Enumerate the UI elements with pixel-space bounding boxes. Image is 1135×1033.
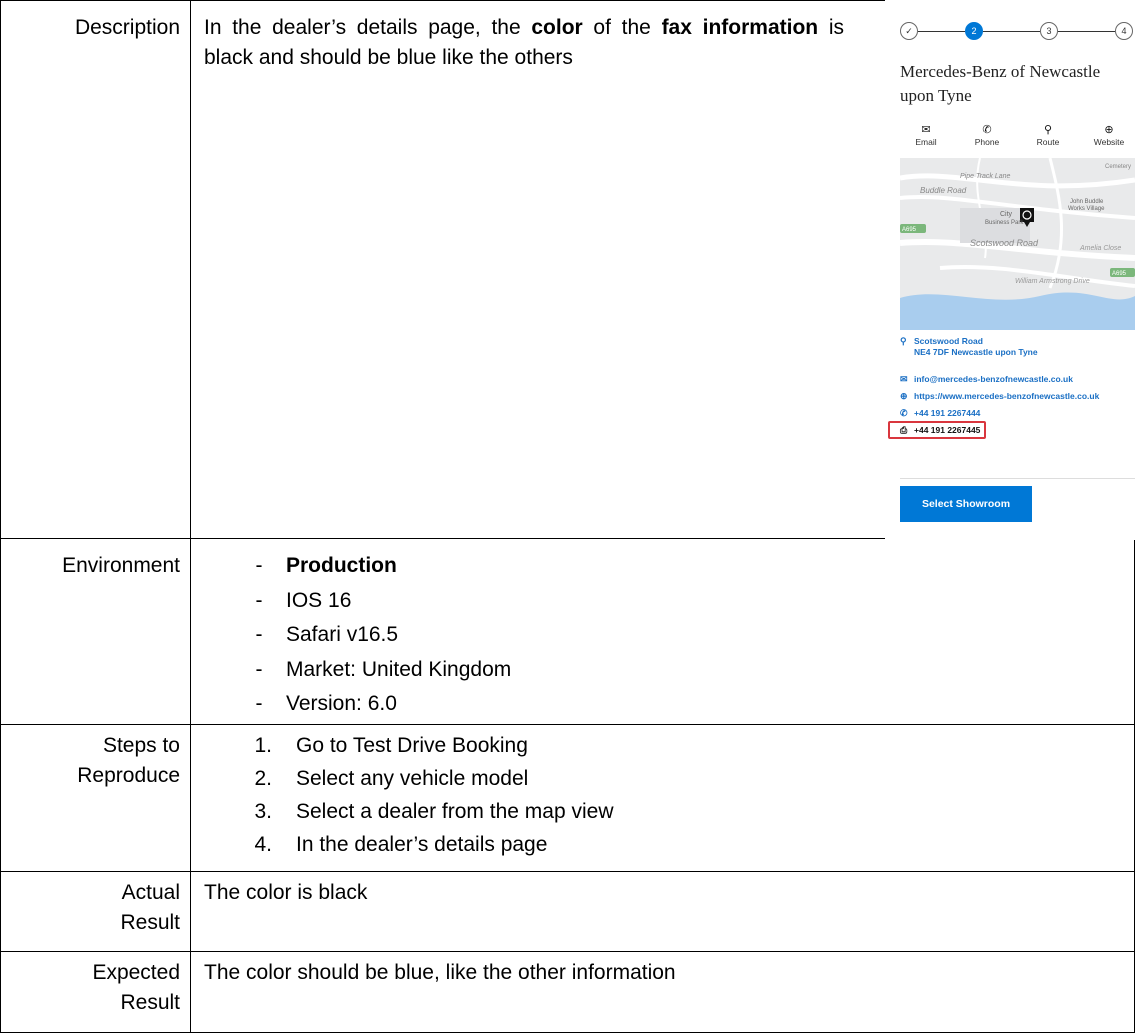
env-item-ios: - IOS 16 <box>255 588 352 612</box>
progress-stepper: ✓ 2 3 4 <box>900 22 1133 40</box>
location-pin-icon: ⚲ <box>900 336 907 346</box>
svg-text:Works Village: Works Village <box>1068 206 1105 212</box>
dealer-name: Mercedes-Benz of Newcastle upon Tyne <box>900 62 1101 105</box>
expected-result-row: Expected Result The color should be blue,… <box>0 950 1135 1033</box>
address-block[interactable]: ⚲ Scotswood Road NE4 7DF Newcastle upon T… <box>900 336 1130 358</box>
globe-icon: ⊕ <box>1104 124 1114 136</box>
globe-icon: ⊕ <box>900 391 908 401</box>
expected-result-text: The color should be blue, like the other… <box>190 950 1135 1033</box>
svg-text:Business Park: Business Park <box>985 220 1024 226</box>
select-showroom-button[interactable]: Select Showroom <box>900 486 1032 522</box>
svg-text:John Buddle: John Buddle <box>1070 199 1104 205</box>
svg-text:Cemetery: Cemetery <box>1105 164 1131 170</box>
env-item-production: - Production <box>255 554 397 577</box>
steps-cell: 1. Go to Test Drive Booking 2. Select any … <box>190 723 1135 872</box>
website-link[interactable]: ⊕ https://www.mercedes-benzofnewcastle.co… <box>900 391 1130 402</box>
description-label: Description <box>0 0 191 539</box>
step-item: 2. Select any vehicle model <box>254 766 529 790</box>
env-item-version: - Version: 6.0 <box>255 692 397 715</box>
svg-text:William Armstrong Drive: William Armstrong Drive <box>1015 278 1090 285</box>
dealer-actions: ✉ Email ✆ Phone ⚲ Route ⊕ Website <box>900 123 1135 158</box>
actual-result-row: Actual Result The color is black <box>0 870 1135 952</box>
phone-icon: ✆ <box>982 124 992 136</box>
phone-action[interactable]: ✆ Phone <box>961 123 1013 158</box>
environment-label: Environment <box>0 538 191 725</box>
step-item: 4. In the dealer’s details page <box>254 832 548 856</box>
dealer-map[interactable]: Pipe Track Lane Buddle Road John Buddle … <box>900 158 1135 330</box>
description-text: In the dealer’s details page, the color … <box>204 16 845 69</box>
phone-icon: ✆ <box>900 408 908 418</box>
steps-label: Steps to Reproduce <box>0 723 191 872</box>
website-action[interactable]: ⊕ Website <box>1083 123 1135 158</box>
env-item-market: - Market: United Kingdom <box>255 657 512 681</box>
route-icon: ⚲ <box>1043 124 1053 136</box>
dealer-details-screenshot: ✓ 2 3 4 Mercedes-Benz of Newcastle upon … <box>885 0 1135 540</box>
steps-row: Steps to Reproduce 1. Go to Test Drive Boo… <box>0 723 1135 872</box>
email-action[interactable]: ✉ Email <box>900 123 952 158</box>
step-item: 1. Go to Test Drive Booking <box>254 733 528 757</box>
step-item: 3. Select a dealer from the map view <box>254 799 614 823</box>
svg-text:Scotswood Road: Scotswood Road <box>970 238 1039 248</box>
step-1-check-icon[interactable]: ✓ <box>900 22 918 40</box>
map-graphic: Pipe Track Lane Buddle Road John Buddle … <box>900 158 1135 330</box>
step-4[interactable]: 4 <box>1115 22 1133 40</box>
steps-list: 1. Go to Test Drive Booking 2. Select any … <box>204 731 1124 863</box>
email-link[interactable]: ✉ info@mercedes-benzofnewcastle.co.uk <box>900 374 1130 385</box>
svg-text:A695: A695 <box>902 227 917 233</box>
step-3[interactable]: 3 <box>1040 22 1058 40</box>
environment-row: Environment - Production - IOS 16 - Safari … <box>0 538 1135 725</box>
environment-list: - Production - IOS 16 - Safari v16.5 - Marke… <box>204 551 1124 724</box>
phone-link[interactable]: ✆ +44 191 2267444 <box>900 408 1130 419</box>
svg-text:Buddle Road: Buddle Road <box>920 186 967 195</box>
env-item-safari: - Safari v16.5 <box>255 623 399 646</box>
svg-text:City: City <box>1000 211 1013 218</box>
svg-text:Pipe Track Lane: Pipe Track Lane <box>960 173 1011 180</box>
step-2-active[interactable]: 2 <box>965 22 983 40</box>
envelope-icon: ✉ <box>900 374 908 384</box>
actual-result-label: Actual Result <box>0 870 191 952</box>
route-action[interactable]: ⚲ Route <box>1022 123 1074 158</box>
svg-text:A695: A695 <box>1112 271 1127 277</box>
svg-text:Amelia Close: Amelia Close <box>1079 245 1121 252</box>
expected-result-label: Expected Result <box>0 950 191 1033</box>
divider <box>900 478 1135 479</box>
environment-cell: - Production - IOS 16 - Safari v16.5 - Marke… <box>190 538 1135 725</box>
actual-result-text: The color is black <box>190 870 1135 952</box>
envelope-icon: ✉ <box>921 124 931 136</box>
fax-highlight-box <box>888 421 986 439</box>
